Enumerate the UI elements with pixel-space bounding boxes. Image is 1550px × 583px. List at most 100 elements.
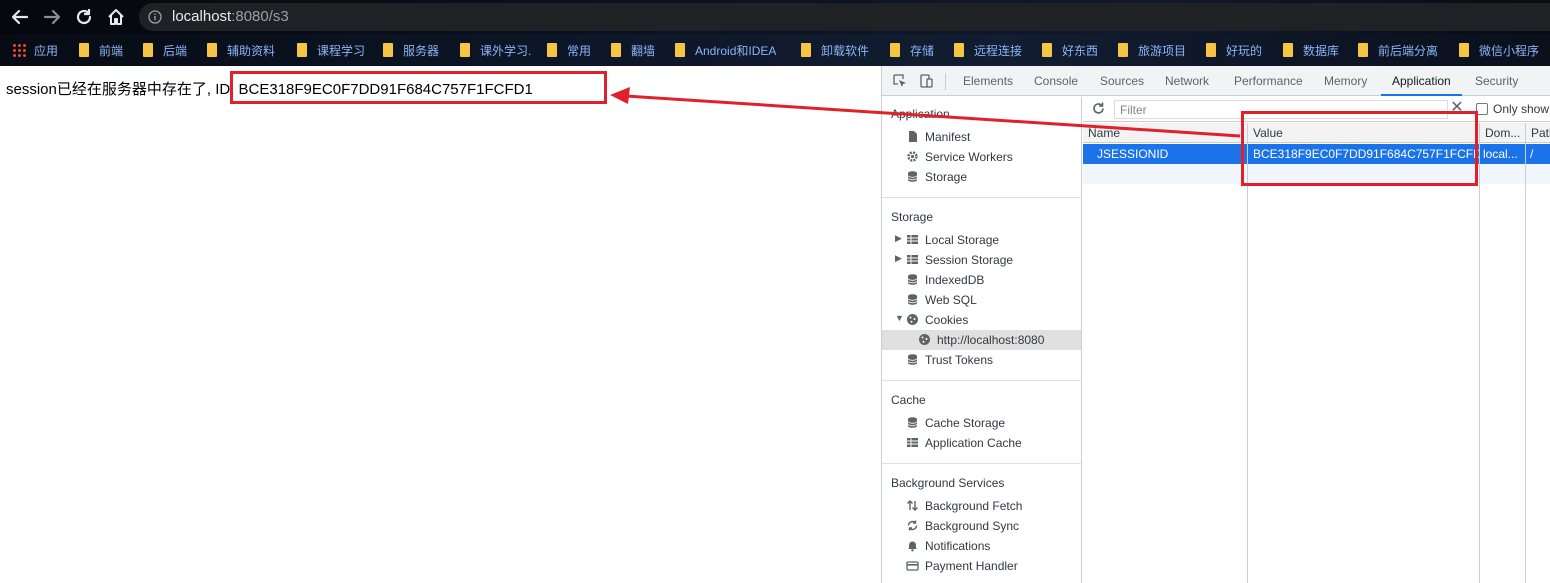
tab-performance[interactable]: Performance (1234, 66, 1303, 96)
section-application: Application (891, 107, 950, 121)
reload-icon[interactable] (73, 6, 95, 28)
only-show-checkbox[interactable]: Only show (1476, 102, 1549, 116)
column-divider (1525, 123, 1526, 583)
cell-path[interactable]: / (1526, 144, 1550, 164)
info-icon[interactable] (148, 10, 162, 24)
tab-elements[interactable]: Elements (963, 66, 1013, 96)
expand-triangle-icon[interactable]: ▶ (895, 233, 902, 244)
folder-icon (460, 43, 470, 57)
folder-icon (547, 43, 557, 57)
folder-icon (297, 43, 307, 57)
bookmark-folder[interactable]: 远程连接 (954, 41, 1022, 59)
folder-icon (675, 43, 685, 57)
folder-icon (1358, 43, 1368, 57)
apps-grid-icon (12, 43, 26, 57)
up-down-arrows-icon (906, 499, 919, 512)
column-header-domain[interactable]: Dom... (1480, 123, 1525, 143)
column-header-path[interactable]: Path (1526, 123, 1550, 143)
folder-icon (801, 43, 811, 57)
database-icon (906, 416, 919, 429)
sidebar-item-notifications[interactable]: Notifications (882, 536, 1081, 556)
bookmark-folder[interactable]: 课程学习 (297, 41, 365, 59)
bookmark-folder[interactable]: 好东西 (1042, 41, 1098, 59)
bookmark-folder[interactable]: 微信小程序 (1459, 41, 1539, 59)
sidebar-item-cookies-origin[interactable]: http://localhost:8080 (882, 330, 1081, 350)
tab-sources[interactable]: Sources (1100, 66, 1144, 96)
bookmark-folder[interactable]: 课外学习. (460, 41, 531, 59)
credit-card-icon (906, 559, 919, 572)
tab-memory[interactable]: Memory (1324, 66, 1367, 96)
bookmark-folder[interactable]: 好玩的 (1206, 41, 1262, 59)
cell-domain[interactable]: local... (1480, 144, 1525, 164)
tab-security[interactable]: Security (1475, 66, 1518, 96)
folder-icon (1042, 43, 1052, 57)
url-host: localhost (172, 8, 232, 25)
home-icon[interactable] (105, 6, 127, 28)
url-text[interactable]: localhost:8080/s3 (172, 8, 289, 25)
bookmark-apps[interactable]: 应用 (12, 41, 58, 59)
sync-icon (906, 519, 919, 532)
database-icon (906, 293, 919, 306)
address-bar[interactable]: localhost:8080/s3 (139, 3, 1550, 31)
sidebar-item-application-cache[interactable]: Application Cache (882, 433, 1081, 453)
cookie-icon (906, 313, 919, 326)
sidebar-item-background-fetch[interactable]: Background Fetch (882, 496, 1081, 516)
bookmark-folder[interactable]: 后端 (143, 41, 187, 59)
application-sidebar: Application Manifest Service Workers Sto… (882, 97, 1082, 583)
device-toolbar-icon[interactable] (918, 73, 934, 89)
bookmark-folder[interactable]: 翻墙 (611, 41, 655, 59)
folder-icon (207, 43, 217, 57)
folder-icon (890, 43, 900, 57)
tabbar-divider (945, 73, 946, 90)
annotation-arrow-head (610, 87, 630, 104)
bookmark-folder[interactable]: 服务器 (383, 41, 439, 59)
section-background-services: Background Services (891, 476, 1005, 490)
sidebar-item-manifest[interactable]: Manifest (882, 127, 1081, 147)
bell-icon (906, 539, 919, 552)
collapse-triangle-icon[interactable]: ▼ (895, 313, 904, 323)
bookmark-folder[interactable]: Android和IDEA (675, 41, 776, 59)
column-header-name[interactable]: Name (1083, 123, 1247, 143)
expand-triangle-icon[interactable]: ▶ (895, 253, 902, 264)
sidebar-divider (882, 463, 1082, 464)
sidebar-item-indexeddb[interactable]: IndexedDB (882, 270, 1081, 290)
back-icon[interactable] (9, 6, 31, 28)
gear-icon (906, 150, 919, 163)
bookmark-folder[interactable]: 数据库 (1283, 41, 1339, 59)
sidebar-item-payment-handler[interactable]: Payment Handler (882, 556, 1081, 576)
devtools-tabbar: Elements Console Sources Network Perform… (882, 66, 1550, 96)
inspect-element-icon[interactable] (892, 73, 908, 89)
bookmark-folder[interactable]: 前端 (79, 41, 123, 59)
bookmark-folder[interactable]: 前后端分离 (1358, 41, 1438, 59)
tab-network[interactable]: Network (1165, 66, 1209, 96)
folder-icon (954, 43, 964, 57)
bookmark-folder[interactable]: 常用 (547, 41, 591, 59)
sidebar-item-storage[interactable]: Storage (882, 167, 1081, 187)
bookmark-folder[interactable]: 存储 (890, 41, 934, 59)
sidebar-item-service-workers[interactable]: Service Workers (882, 147, 1081, 167)
folder-icon (1118, 43, 1128, 57)
folder-icon (1206, 43, 1216, 57)
sidebar-item-web-sql[interactable]: Web SQL (882, 290, 1081, 310)
browser-toolbar: localhost:8080/s3 (0, 0, 1550, 34)
folder-icon (1459, 43, 1469, 57)
tab-application[interactable]: Application (1381, 66, 1462, 96)
bookmark-folder[interactable]: 卸载软件 (801, 41, 869, 59)
sidebar-item-cache-storage[interactable]: Cache Storage (882, 413, 1081, 433)
sidebar-item-cookies[interactable]: ▼ Cookies (882, 310, 1081, 330)
column-divider (1479, 123, 1480, 583)
sidebar-item-trust-tokens[interactable]: Trust Tokens (882, 350, 1081, 370)
sidebar-item-session-storage[interactable]: ▶ Session Storage (882, 250, 1081, 270)
forward-icon[interactable] (41, 6, 63, 28)
tab-console[interactable]: Console (1034, 66, 1078, 96)
sidebar-item-background-sync[interactable]: Background Sync (882, 516, 1081, 536)
cell-name[interactable]: JSESSIONID (1083, 144, 1247, 164)
refresh-icon[interactable] (1091, 101, 1106, 116)
sidebar-item-local-storage[interactable]: ▶ Local Storage (882, 230, 1081, 250)
database-icon (906, 273, 919, 286)
cookie-table: Name Value Dom... Path JSESSIONID BCE318… (1083, 123, 1550, 583)
bookmark-folder[interactable]: 旅游项目 (1118, 41, 1186, 59)
folder-icon (79, 43, 89, 57)
folder-icon (611, 43, 621, 57)
bookmark-folder[interactable]: 辅助资料 (207, 41, 275, 59)
